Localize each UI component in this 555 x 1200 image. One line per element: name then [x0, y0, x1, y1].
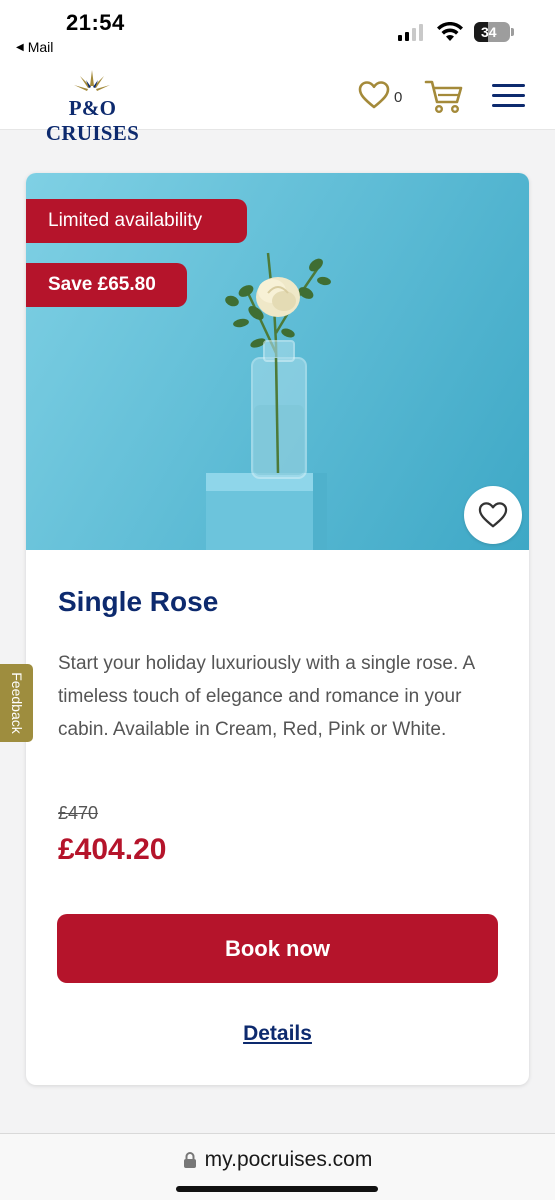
- feedback-tab[interactable]: Feedback: [0, 664, 33, 742]
- back-app-label: Mail: [27, 39, 54, 55]
- status-bar: 21:54 ◀ Mail 34: [0, 0, 555, 62]
- wishlist-count: 0: [394, 89, 403, 106]
- back-triangle-icon: ◀: [16, 41, 24, 53]
- sale-price: £404.20: [58, 833, 167, 866]
- wishlist-heart-icon[interactable]: [358, 80, 390, 110]
- details-link[interactable]: Details: [26, 1022, 529, 1046]
- savings-badge: Save £65.80: [26, 263, 187, 307]
- brand-name: P&O CRUISES: [45, 96, 140, 145]
- battery-icon: 34: [474, 22, 510, 42]
- product-image: Limited availability Save £65.80: [26, 173, 529, 550]
- battery-level: 34: [481, 24, 497, 40]
- cart-icon[interactable]: [424, 78, 464, 114]
- product-card: Limited availability Save £65.80 Single …: [26, 173, 529, 1085]
- product-description: Start your holiday luxuriously with a si…: [58, 653, 475, 740]
- browser-address-bar[interactable]: my.pocruises.com: [0, 1133, 555, 1200]
- add-to-wishlist-button[interactable]: [464, 486, 522, 544]
- hamburger-menu-icon[interactable]: [492, 84, 525, 108]
- back-to-app-link[interactable]: ◀ Mail: [16, 39, 53, 55]
- limited-availability-badge: Limited availability: [26, 199, 247, 243]
- brand-logo[interactable]: P&O CRUISES: [30, 68, 155, 145]
- sunburst-logo-icon: [74, 70, 110, 91]
- url-display[interactable]: my.pocruises.com: [0, 1148, 555, 1172]
- status-time: 21:54: [66, 10, 125, 35]
- home-indicator[interactable]: [176, 1186, 378, 1192]
- site-header: P&O CRUISES 0: [0, 62, 555, 145]
- product-title: Single Rose: [58, 586, 219, 617]
- cellular-signal-icon: [398, 24, 423, 41]
- lock-icon: [183, 1152, 196, 1168]
- wifi-icon: [437, 22, 463, 41]
- heart-icon: [478, 502, 508, 528]
- original-price: £470: [58, 803, 99, 823]
- url-text: my.pocruises.com: [204, 1148, 373, 1171]
- feedback-label: Feedback: [8, 672, 25, 734]
- book-now-button[interactable]: Book now: [57, 914, 498, 983]
